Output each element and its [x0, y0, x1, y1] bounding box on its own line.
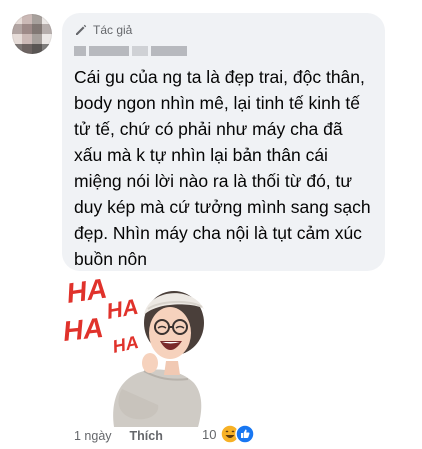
comment-bubble: Tác giả Cái gu của ng ta là đẹp trai, độ… — [62, 13, 385, 271]
commenter-avatar[interactable] — [12, 14, 52, 54]
sticker-ha-2: HA — [105, 294, 141, 324]
haha-sticker[interactable]: HA HA HA HA — [61, 272, 230, 427]
comment-text: Cái gu của ng ta là đẹp trai, độc thân, … — [74, 67, 371, 269]
comment-actions: 1 ngày Thích — [74, 426, 163, 446]
sticker-ha-3: HA — [62, 312, 105, 347]
comment-time[interactable]: 1 ngày — [74, 429, 112, 443]
commenter-name-redacted[interactable] — [74, 43, 194, 58]
like-button[interactable]: Thích — [130, 429, 163, 443]
like-reaction-icon — [235, 424, 256, 444]
sticker-ha-4: HA — [111, 332, 141, 357]
author-badge: Tác giả — [74, 21, 373, 39]
pen-icon — [74, 23, 88, 37]
reaction-count: 10 — [202, 426, 217, 442]
author-badge-label: Tác giả — [93, 23, 133, 37]
sticker-ha-1: HA — [65, 279, 109, 309]
reaction-summary[interactable]: 10 — [202, 424, 256, 444]
